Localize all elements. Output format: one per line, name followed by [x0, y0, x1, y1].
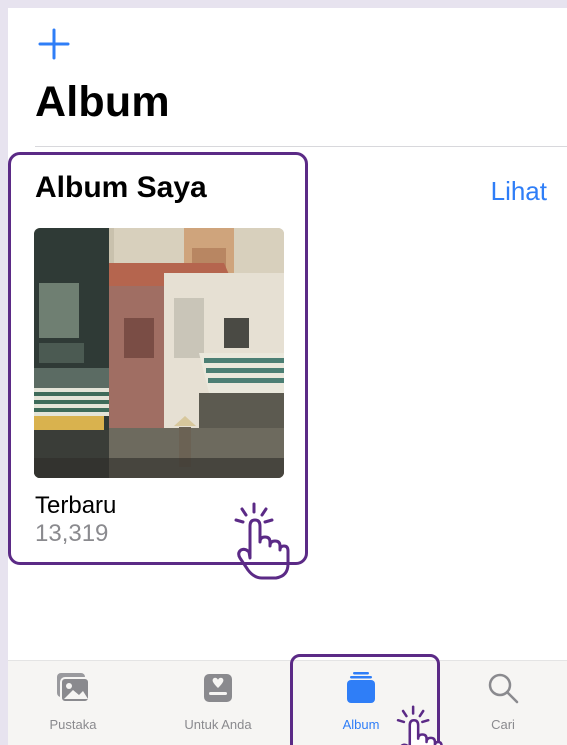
photo-library-icon [57, 673, 90, 703]
tab-label: Untuk Anda [184, 717, 252, 732]
tap-gesture-icon [396, 705, 443, 745]
tab-search[interactable]: Cari [438, 661, 567, 745]
my-albums-highlight [8, 152, 308, 565]
tab-for-you[interactable]: Untuk Anda [153, 661, 283, 745]
for-you-icon [204, 674, 232, 702]
tab-label: Cari [491, 717, 515, 732]
header-divider [35, 146, 567, 147]
see-all-link[interactable]: Lihat [491, 176, 547, 207]
add-album-button[interactable] [34, 24, 74, 64]
photos-album-screen: Album Album Saya Lihat Terbaru 13,319 Pu… [8, 8, 567, 745]
page-title: Album [35, 78, 170, 126]
tab-library[interactable]: Pustaka [8, 661, 138, 745]
tab-bar: Pustaka Untuk Anda Album Cari [8, 660, 567, 745]
tab-label: Pustaka [49, 717, 97, 732]
plus-icon [38, 28, 70, 60]
search-icon [488, 673, 519, 704]
